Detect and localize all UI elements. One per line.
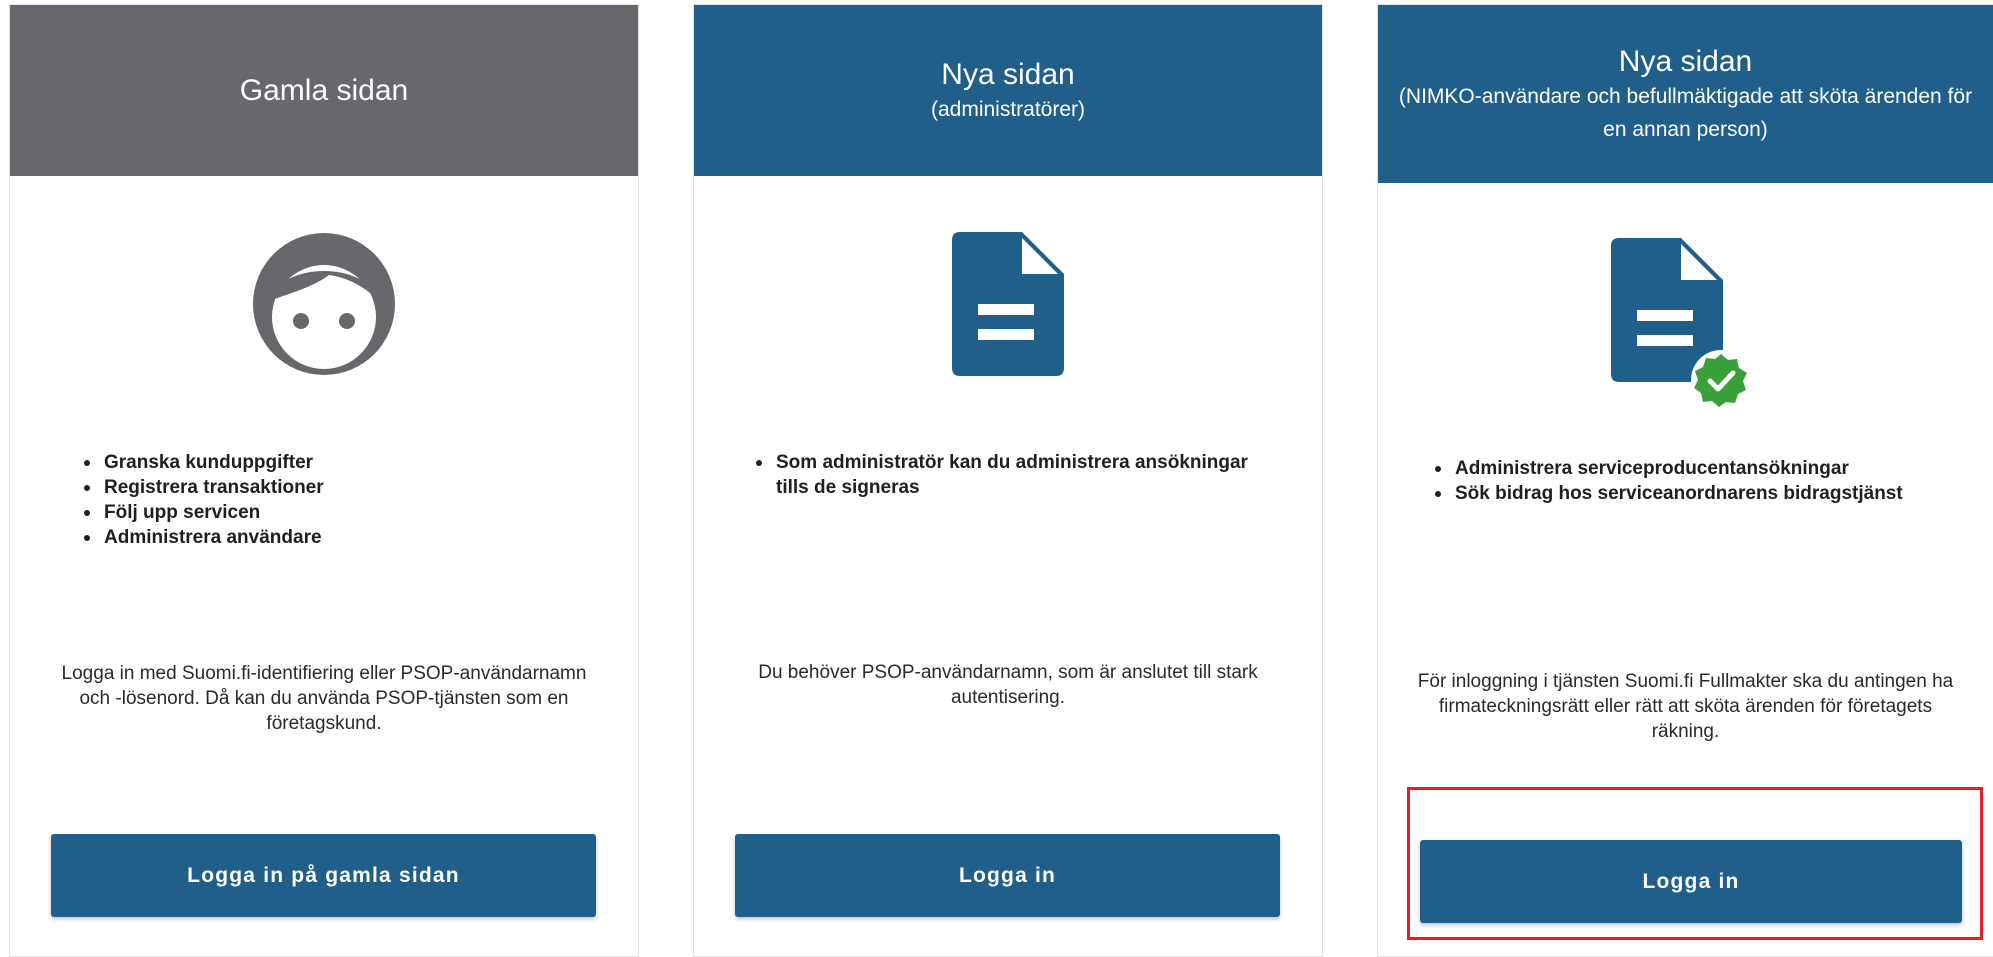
highlight-box (1407, 787, 1983, 940)
login-admin-button[interactable]: Logga in (735, 834, 1280, 917)
card-subtitle: (NIMKO-användare och befullmäktigade att… (1398, 84, 1973, 141)
card-old-site: Gamla sidan Granska kunduppgifter Regist… (9, 4, 639, 957)
list-item: Administrera serviceproducentansökningar (1431, 456, 1903, 481)
list-item: Som administratör kan du administrera an… (752, 450, 1272, 500)
feature-list: Granska kunduppgifter Registrera transak… (80, 450, 324, 550)
feature-list: Som administratör kan du administrera an… (752, 450, 1272, 500)
card-title: Nya sidan (941, 57, 1075, 91)
list-item: Följ upp servicen (80, 500, 324, 525)
card-header: Nya sidan (NIMKO-användare och befullmäk… (1378, 5, 1993, 183)
card-description: För inloggning i tjänsten Suomi.fi Fullm… (1417, 671, 1954, 742)
card-new-site-admin: Nya sidan (administratörer) Som administ… (693, 4, 1323, 957)
user-face-icon (10, 231, 638, 377)
login-old-site-button[interactable]: Logga in på gamla sidan (51, 834, 596, 917)
card-header: Nya sidan (administratörer) (694, 5, 1322, 176)
verified-document-icon (1378, 238, 1993, 412)
check-badge-icon (1690, 350, 1751, 410)
card-header: Gamla sidan (10, 5, 638, 176)
list-item: Sök bidrag hos serviceanordnarens bidrag… (1431, 481, 1903, 506)
feature-list: Administrera serviceproducentansökningar… (1431, 456, 1903, 506)
card-subtitle: (administratörer) (930, 97, 1086, 121)
card-description: Du behöver PSOP-användarnamn, som är ans… (758, 662, 1258, 708)
document-icon (694, 232, 1322, 376)
list-item: Granska kunduppgifter (80, 450, 324, 475)
list-item: Registrera transaktioner (80, 475, 324, 500)
list-item: Administrera användare (80, 525, 324, 550)
card-description: Logga in med Suomi.fi-identifiering elle… (61, 663, 587, 734)
card-title: Gamla sidan (239, 74, 409, 107)
card-title: Nya sidan (1618, 44, 1753, 78)
